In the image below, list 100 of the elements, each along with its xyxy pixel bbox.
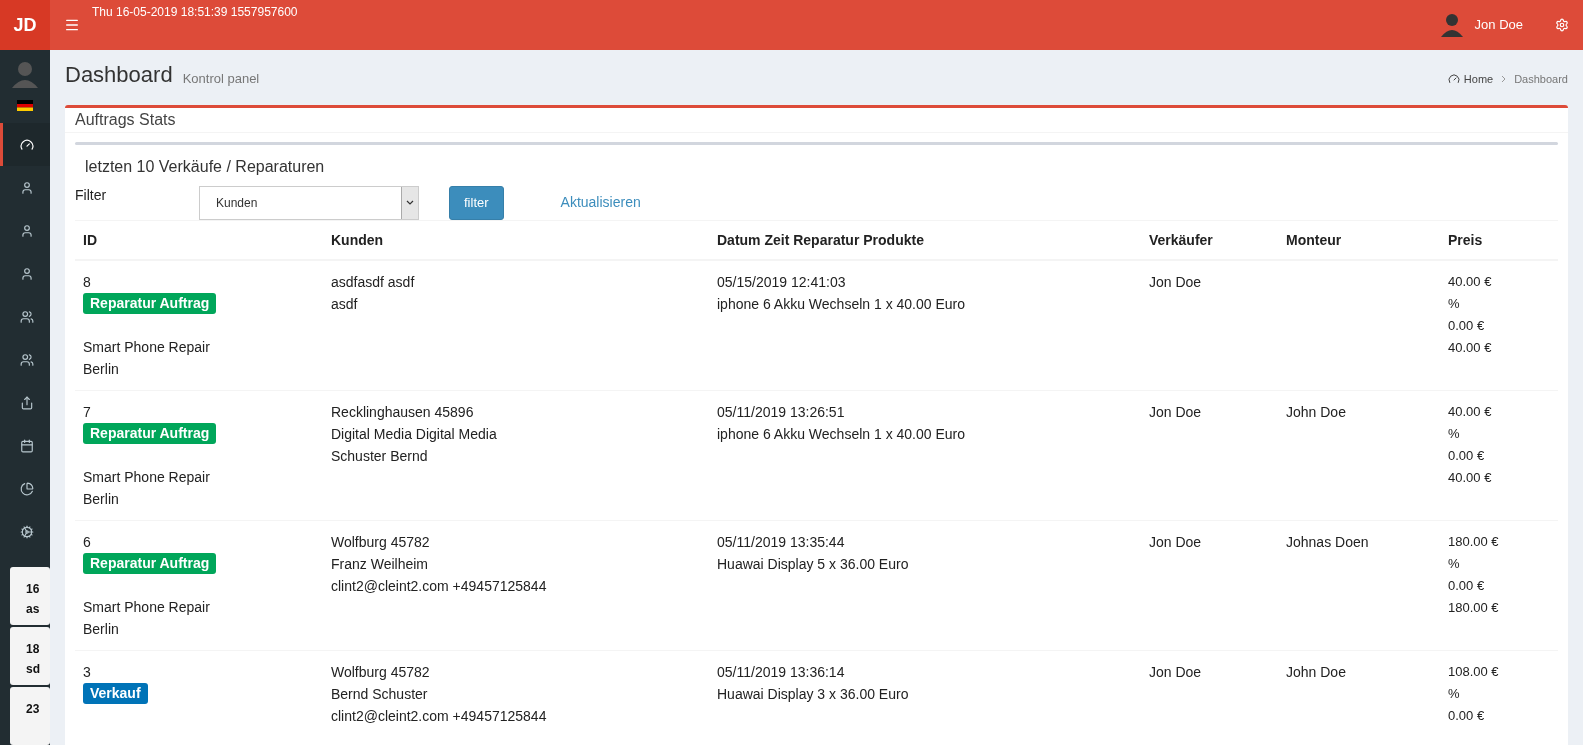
- sidebar-card[interactable]: 16 as: [10, 567, 50, 625]
- card-text: sd: [26, 661, 41, 678]
- users-icon: [19, 352, 34, 367]
- caret-icon: [406, 200, 414, 205]
- flag-icon[interactable]: [17, 100, 33, 111]
- user-avatar-icon: [12, 60, 38, 88]
- shop-location: Smart Phone Repair: [83, 468, 210, 487]
- dashboard-icon: [1447, 72, 1460, 85]
- customer-text: asdfasdf asdf: [331, 273, 416, 292]
- sidebar-item[interactable]: [0, 123, 50, 166]
- column-header: Preis: [1447, 230, 1484, 250]
- customer-text: Franz Weilheim: [331, 555, 429, 574]
- price-text: 40.00 €: [1448, 403, 1493, 421]
- card-text: 16: [26, 581, 41, 598]
- filter-select[interactable]: Kunden: [199, 185, 419, 220]
- seller-name: Jon Doe: [1149, 274, 1202, 290]
- page-title: Dashboard: [65, 61, 173, 89]
- price-text: %: [1448, 295, 1461, 313]
- card-text: 23: [26, 701, 41, 718]
- price-text: 0.00 €: [1448, 317, 1486, 335]
- sidebar-card[interactable]: 18 sd: [10, 627, 50, 685]
- price-text: 180.00 €: [1448, 533, 1500, 551]
- order-id: 6: [83, 533, 91, 552]
- column-header: Datum Zeit Reparatur Produkte: [716, 230, 925, 250]
- seller-name: Jon Doe: [1149, 404, 1202, 420]
- pie-chart-icon: [19, 481, 34, 496]
- order-type-badge: Verkauf: [83, 683, 148, 704]
- price-text: 40.00 €: [1448, 469, 1493, 487]
- user-avatar-icon: [1440, 13, 1463, 37]
- person-icon: [19, 266, 34, 281]
- price-text: 0.00 €: [1448, 577, 1486, 595]
- column-header: Monteur: [1285, 230, 1343, 250]
- column-header: Verkäufer: [1148, 230, 1214, 250]
- order-type-badge: Reparatur Auftrag: [83, 423, 217, 444]
- order-id: 3: [83, 663, 91, 682]
- gauge-icon: [19, 137, 34, 152]
- customer-text: Wolfburg 45782: [331, 533, 431, 552]
- breadcrumb-item[interactable]: Home: [1463, 70, 1494, 87]
- seller-name: Jon Doe: [1149, 534, 1202, 550]
- order-details: 05/11/2019 13:36:14: [717, 663, 846, 682]
- mechanic-name: John Doe: [1286, 404, 1346, 420]
- order-type-badge: Reparatur Auftrag: [83, 293, 217, 314]
- order-details: 05/15/2019 12:41:03: [717, 273, 847, 292]
- shop-location: Berlin: [83, 490, 120, 509]
- shop-location: Berlin: [83, 360, 120, 379]
- customer-text: Schuster Bernd: [331, 447, 429, 466]
- order-details: Huawai Display 5 x 36.00 Euro: [717, 555, 910, 574]
- menu-icon[interactable]: [64, 17, 80, 33]
- users-icon: [19, 309, 34, 324]
- mechanic-name: John Doe: [1286, 664, 1346, 680]
- shop-location: Smart Phone Repair: [83, 598, 210, 617]
- customer-text: clint2@cleint2.com +49457125844: [331, 577, 548, 596]
- card-text: 18: [26, 641, 41, 658]
- datetime-text: Thu 16-05-2019 18:51:39 1557957600: [92, 4, 298, 21]
- order-details: iphone 6 Akku Wechseln 1 x 40.00 Euro: [717, 425, 966, 444]
- customer-text: asdf: [331, 295, 359, 314]
- settings-icon[interactable]: [1555, 18, 1569, 32]
- seller-name: Jon Doe: [1149, 664, 1202, 680]
- customer-text: Wolfburg 45782: [331, 663, 431, 682]
- refresh-link[interactable]: Aktualisieren: [560, 192, 641, 213]
- user-name[interactable]: Jon Doe: [1474, 15, 1523, 35]
- price-text: 0.00 €: [1448, 707, 1486, 725]
- shop-location: Smart Phone Repair: [83, 338, 210, 357]
- order-details: Huawai Display 3 x 36.00 Euro: [717, 685, 910, 704]
- price-text: %: [1448, 425, 1461, 443]
- box-title: Auftrags Stats: [75, 110, 176, 130]
- price-text: 108.00 €: [1448, 663, 1500, 681]
- sidebar-card[interactable]: 23: [10, 687, 50, 745]
- calendar-icon: [19, 438, 34, 453]
- person-icon: [19, 223, 34, 238]
- page-subtitle: Kontrol panel: [182, 69, 260, 88]
- price-text: 40.00 €: [1448, 273, 1493, 291]
- order-id: 8: [83, 273, 91, 292]
- customer-text: Digital Media Digital Media: [331, 425, 498, 444]
- brand-logo[interactable]: JD: [0, 0, 50, 50]
- customer-text: Recklinghausen 45896: [331, 403, 475, 422]
- order-type-badge: Reparatur Auftrag: [83, 553, 217, 574]
- filter-button[interactable]: filter: [449, 185, 504, 220]
- column-header: Kunden: [330, 230, 385, 250]
- share-icon: [19, 395, 34, 410]
- order-details: 05/11/2019 13:35:44: [717, 533, 846, 552]
- section-title: letzten 10 Verkäufe / Reparaturen: [85, 157, 326, 177]
- order-details: iphone 6 Akku Wechseln 1 x 40.00 Euro: [717, 295, 966, 314]
- customer-text: Bernd Schuster: [331, 685, 429, 704]
- price-text: %: [1448, 685, 1461, 703]
- price-text: 0.00 €: [1448, 447, 1486, 465]
- order-id: 7: [83, 403, 91, 422]
- order-details: 05/11/2019 13:26:51: [717, 403, 846, 422]
- card-text: as: [26, 601, 41, 618]
- filter-label: Filter: [75, 186, 108, 205]
- column-header: ID: [82, 230, 98, 250]
- customer-text: clint2@cleint2.com +49457125844: [331, 707, 548, 726]
- price-text: %: [1448, 555, 1461, 573]
- price-text: 40.00 €: [1448, 339, 1493, 357]
- person-icon: [19, 180, 34, 195]
- gear-icon: [19, 524, 34, 539]
- mechanic-name: Johnas Doen: [1286, 534, 1369, 550]
- breadcrumb-item: Dashboard: [1514, 71, 1568, 87]
- price-text: 180.00 €: [1448, 599, 1500, 617]
- chevron-icon: [1501, 74, 1507, 83]
